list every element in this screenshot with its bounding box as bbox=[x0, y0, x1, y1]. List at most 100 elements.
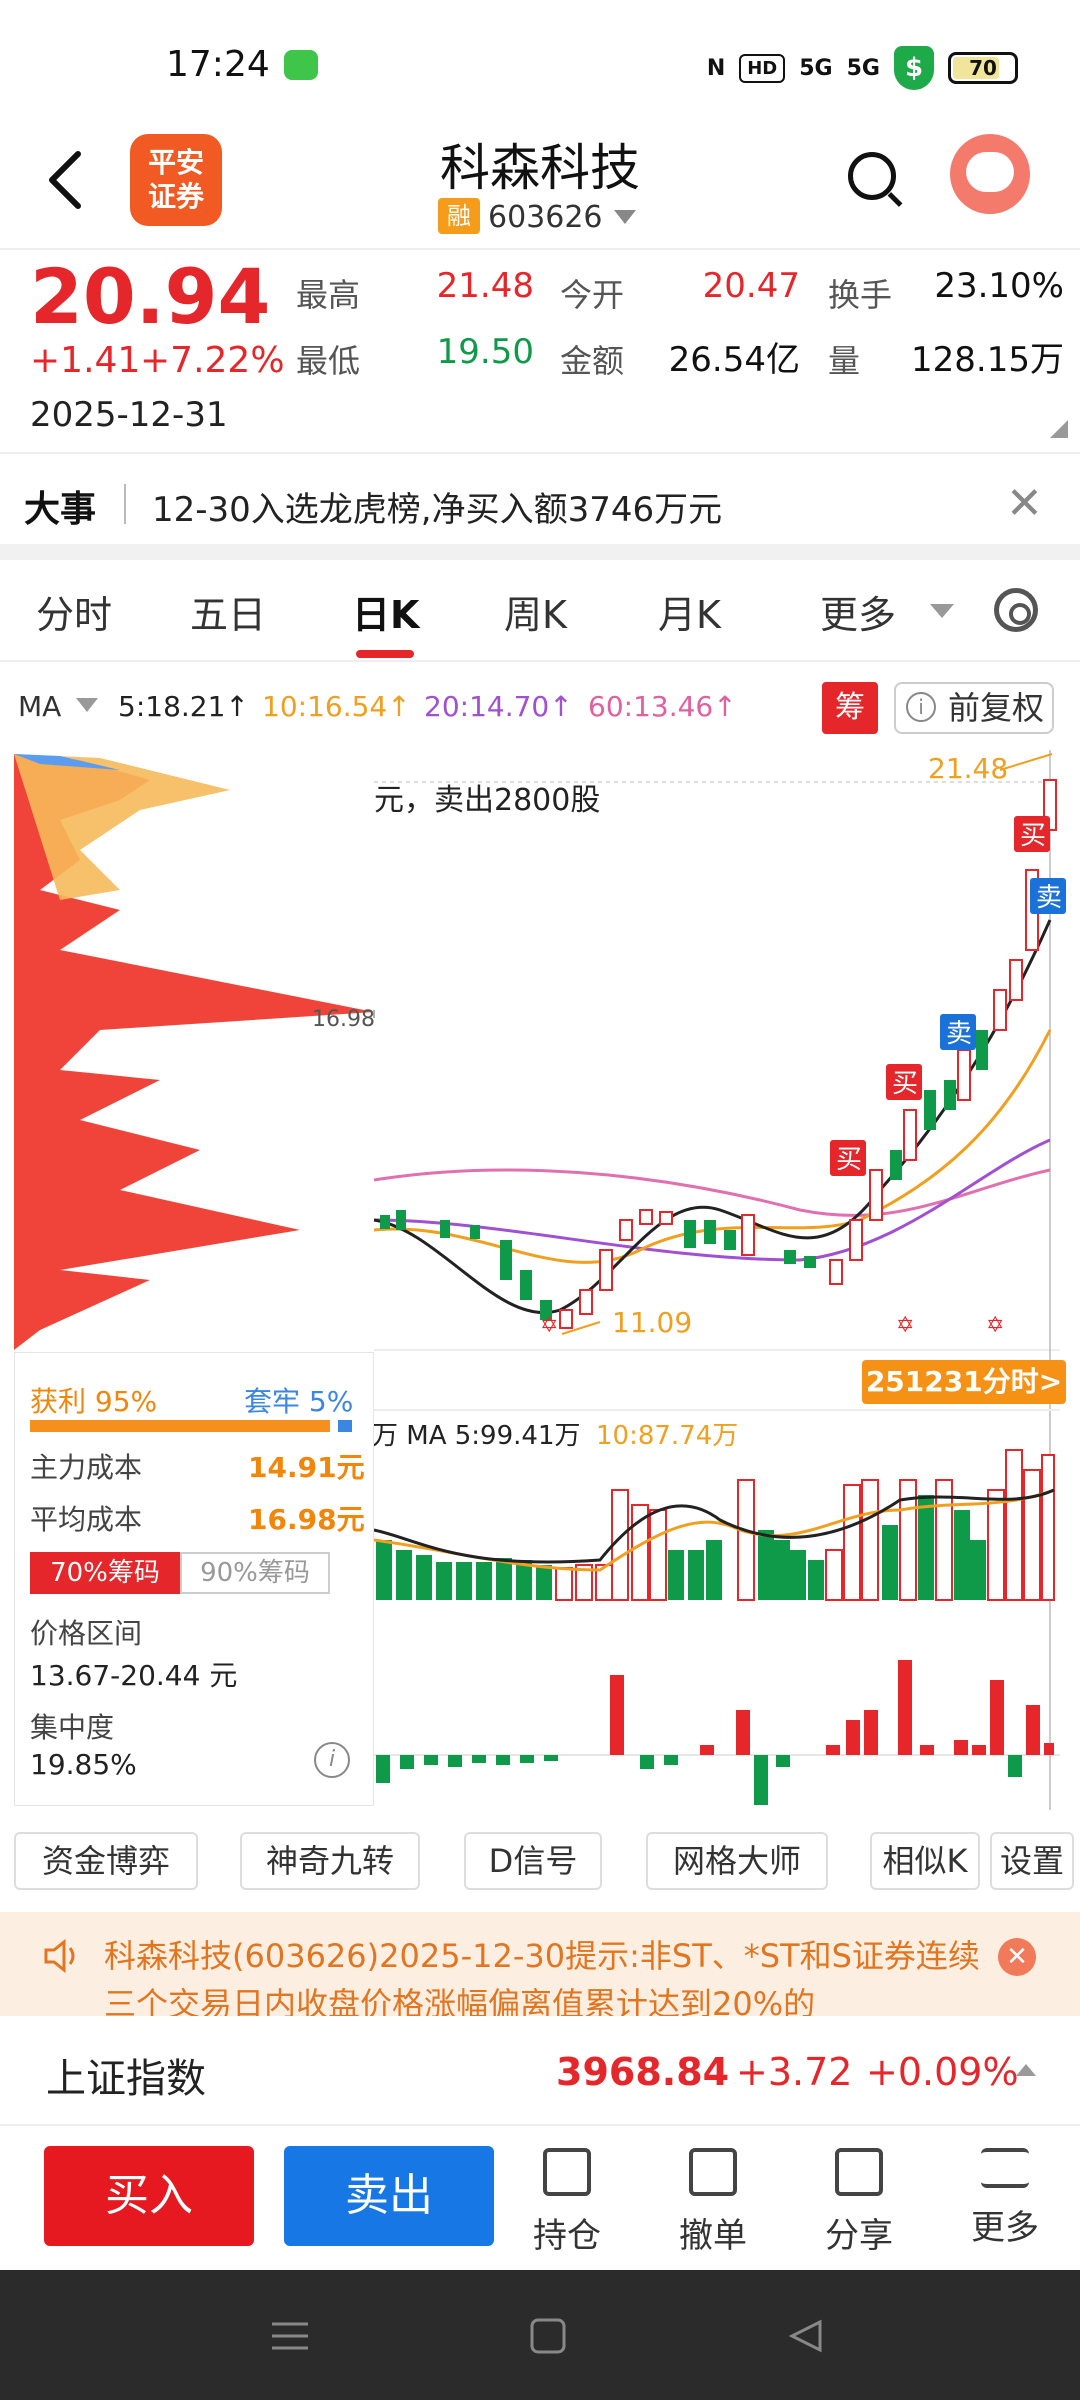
chevron-down-icon[interactable] bbox=[76, 698, 98, 712]
feature-settings[interactable]: 设置 bbox=[990, 1832, 1074, 1890]
amount-label: 金额 bbox=[560, 342, 625, 380]
tab-more[interactable]: 更多 bbox=[820, 584, 896, 639]
svg-text:卖: 卖 bbox=[1036, 883, 1062, 913]
expand-corner-icon[interactable] bbox=[1050, 420, 1068, 438]
status-bar: 17:24 N HD 5G 5G $ 70 bbox=[0, 0, 1080, 120]
assistant-avatar[interactable] bbox=[950, 134, 1030, 214]
menu-icon[interactable] bbox=[270, 2318, 310, 2354]
sell-button[interactable]: 卖出 bbox=[284, 2146, 494, 2246]
buy-button[interactable]: 买入 bbox=[44, 2146, 254, 2246]
tab-chip-70[interactable]: 70%筹码 bbox=[30, 1552, 180, 1594]
ma-label[interactable]: MA bbox=[18, 690, 61, 723]
signal-5g-icon-2: 5G bbox=[846, 55, 880, 81]
price-change: +1.41 bbox=[30, 340, 141, 381]
share-icon bbox=[835, 2148, 883, 2196]
cancel-order-button[interactable]: 撤单 bbox=[658, 2148, 768, 2257]
price-range-label: 价格区间 bbox=[30, 1617, 143, 1650]
low-marker: 11.09 bbox=[612, 1306, 692, 1339]
active-tab-indicator bbox=[356, 650, 414, 658]
sell-tag[interactable]: 卖 bbox=[940, 1014, 976, 1050]
tab-chip-90[interactable]: 90%筹码 bbox=[180, 1552, 330, 1594]
tab-five-day[interactable]: 五日 bbox=[190, 584, 266, 639]
signal-5g-icon-1: 5G bbox=[799, 55, 833, 81]
buy-tag[interactable]: 买 bbox=[1014, 816, 1050, 852]
candles bbox=[380, 779, 1057, 1329]
intraday-link-button[interactable]: 251231分时> bbox=[862, 1360, 1066, 1404]
stock-code[interactable]: 603626 bbox=[488, 200, 603, 235]
shield-icon: $ bbox=[894, 46, 934, 90]
turnover-value: 23.10% bbox=[934, 266, 1064, 306]
quote-date: 2025-12-31 bbox=[30, 395, 228, 435]
index-change-pct: +0.09% bbox=[866, 2050, 1019, 2094]
hd-icon: HD bbox=[739, 53, 786, 83]
avg-cost-value: 16.98元 bbox=[248, 1503, 365, 1536]
stock-name: 科森科技 bbox=[440, 139, 640, 197]
chip-distribution bbox=[14, 754, 374, 1350]
chevron-down-icon[interactable] bbox=[614, 210, 636, 224]
buy-tag[interactable]: 买 bbox=[830, 1140, 866, 1176]
price-range-value: 13.67-20.44 元 bbox=[30, 1659, 238, 1692]
trade-tip: 元，卖出2800股 bbox=[374, 783, 600, 818]
volume-ma10-label: 10:87.74万 bbox=[596, 1421, 738, 1451]
chevron-up-icon[interactable] bbox=[1016, 2064, 1036, 2076]
gear-icon[interactable] bbox=[994, 588, 1038, 632]
info-icon[interactable]: i bbox=[314, 1742, 350, 1778]
concentration-label: 集中度 bbox=[30, 1711, 115, 1744]
menu-icon bbox=[981, 2148, 1029, 2188]
high-value: 21.48 bbox=[436, 266, 534, 306]
turnover-label: 换手 bbox=[828, 276, 893, 314]
cancel-order-icon bbox=[689, 2148, 737, 2196]
low-label: 最低 bbox=[296, 342, 361, 380]
close-icon[interactable]: ✕ bbox=[1006, 478, 1043, 529]
feature-d-signal[interactable]: D信号 bbox=[464, 1832, 602, 1890]
index-change: +3.72 bbox=[736, 2050, 853, 2094]
feature-nine-turns[interactable]: 神奇九转 bbox=[240, 1832, 420, 1890]
avg-cost-label: 平均成本 bbox=[30, 1503, 143, 1536]
tab-intraday[interactable]: 分时 bbox=[36, 584, 112, 639]
volume-bars bbox=[376, 1449, 1055, 1601]
info-icon[interactable]: i bbox=[906, 692, 936, 722]
open-value: 20.47 bbox=[702, 266, 800, 306]
ma5-value: 5:18.21↑ bbox=[118, 690, 249, 723]
volume-ma-label: 万 MA 5:99.41万 bbox=[372, 1421, 580, 1451]
chip-toggle-button[interactable]: 筹 bbox=[822, 682, 878, 734]
sell-tag[interactable]: 卖 bbox=[1030, 878, 1066, 914]
news-text[interactable]: 12-30入选龙虎榜,净买入额3746万元 bbox=[152, 482, 722, 531]
nfc-icon: N bbox=[706, 55, 726, 81]
home-icon[interactable] bbox=[528, 2318, 568, 2354]
back-icon[interactable] bbox=[786, 2318, 826, 2354]
holdings-button[interactable]: 持仓 bbox=[512, 2148, 622, 2257]
ma60-value: 60:13.46↑ bbox=[588, 690, 737, 723]
price-change-pct: +7.22% bbox=[140, 340, 285, 381]
close-icon[interactable]: ✕ bbox=[998, 1938, 1036, 1976]
tab-monthly-k[interactable]: 月K bbox=[658, 584, 721, 639]
current-price: 20.94 bbox=[30, 252, 271, 341]
svg-text:买: 买 bbox=[1020, 821, 1046, 851]
chevron-down-icon[interactable] bbox=[930, 604, 954, 618]
profit-ratio: 获利 95% bbox=[30, 1385, 158, 1418]
message-app-icon bbox=[284, 50, 318, 80]
ma20-value: 20:14.70↑ bbox=[424, 690, 573, 723]
main-cost-label: 主力成本 bbox=[30, 1451, 143, 1484]
volume-value: 128.15万 bbox=[911, 340, 1064, 380]
search-icon[interactable] bbox=[848, 152, 896, 200]
svg-text:卖: 卖 bbox=[946, 1019, 972, 1049]
back-arrow-icon[interactable] bbox=[46, 150, 86, 210]
feature-capital-game[interactable]: 资金博弈 bbox=[14, 1832, 198, 1890]
volume-label: 量 bbox=[828, 342, 861, 380]
feature-similar-k[interactable]: 相似K bbox=[870, 1832, 980, 1890]
high-marker: 21.48 bbox=[928, 752, 1008, 785]
more-button[interactable]: 更多 bbox=[950, 2148, 1060, 2249]
broker-logo[interactable]: 平安 证券 bbox=[130, 134, 222, 226]
buy-tag[interactable]: 买 bbox=[886, 1064, 922, 1100]
tab-weekly-k[interactable]: 周K bbox=[504, 584, 567, 639]
concentration-value: 19.85% bbox=[30, 1748, 137, 1781]
main-cost-value: 14.91元 bbox=[248, 1451, 365, 1484]
alert-text[interactable]: 科森科技(603626)2025-12-30提示:非ST、*ST和S证券连续三个… bbox=[104, 1932, 984, 2016]
speaker-icon bbox=[44, 1938, 75, 1974]
tab-daily-k[interactable]: 日K bbox=[352, 584, 419, 639]
feature-grid-master[interactable]: 网格大师 bbox=[646, 1832, 828, 1890]
low-value: 19.50 bbox=[436, 332, 534, 372]
share-button[interactable]: 分享 bbox=[804, 2148, 914, 2257]
star-marker-icon: ✡ bbox=[540, 1313, 558, 1338]
